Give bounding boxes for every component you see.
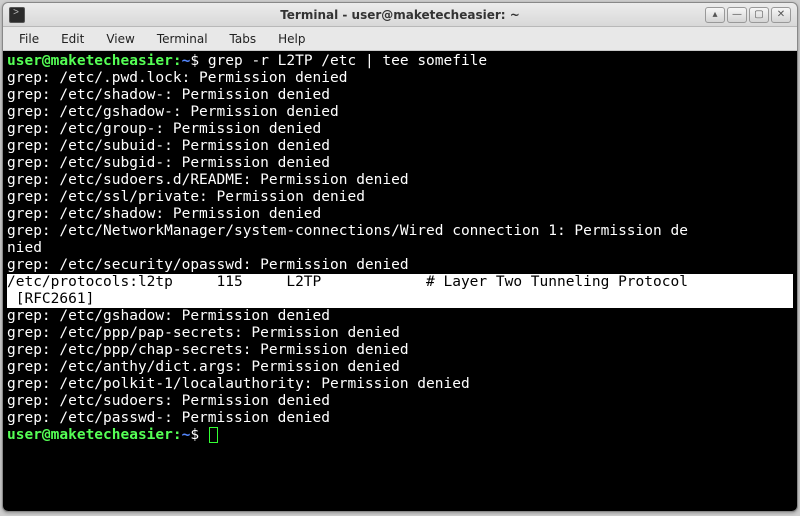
- output-line: grep: /etc/shadow-: Permission denied: [7, 87, 793, 104]
- output-line: grep: /etc/sudoers.d/README: Permission …: [7, 172, 793, 189]
- output-match-line: /etc/protocols:l2tp 115 L2TP # Layer Two…: [7, 274, 793, 291]
- minimize-button[interactable]: —: [727, 7, 747, 23]
- output-line: grep: /etc/ssl/private: Permission denie…: [7, 189, 793, 206]
- output-line: grep: /etc/sudoers: Permission denied: [7, 393, 793, 410]
- close-button[interactable]: ✕: [771, 7, 791, 23]
- output-line: grep: /etc/passwd-: Permission denied: [7, 410, 793, 427]
- command-text: grep -r L2TP /etc | tee somefile: [208, 53, 487, 69]
- output-line: grep: /etc/gshadow-: Permission denied: [7, 104, 793, 121]
- output-line: grep: /etc/gshadow: Permission denied: [7, 308, 793, 325]
- window-controls: ▴ — ▢ ✕: [705, 7, 791, 23]
- prompt: user@maketecheasier:~$: [7, 427, 208, 443]
- rollup-button[interactable]: ▴: [705, 7, 725, 23]
- window-title: Terminal - user@maketecheasier: ~: [3, 8, 797, 22]
- maximize-button[interactable]: ▢: [749, 7, 769, 23]
- output-line: grep: /etc/anthy/dict.args: Permission d…: [7, 359, 793, 376]
- menu-file[interactable]: File: [9, 29, 49, 49]
- output-line: grep: /etc/.pwd.lock: Permission denied: [7, 70, 793, 87]
- menubar: File Edit View Terminal Tabs Help: [3, 27, 797, 51]
- terminal-area[interactable]: user@maketecheasier:~$ grep -r L2TP /etc…: [3, 51, 797, 511]
- output-line: grep: /etc/subgid-: Permission denied: [7, 155, 793, 172]
- menu-tabs[interactable]: Tabs: [220, 29, 267, 49]
- output-match-line: [RFC2661]: [7, 291, 793, 308]
- terminal-window: Terminal - user@maketecheasier: ~ ▴ — ▢ …: [2, 2, 798, 512]
- menu-terminal[interactable]: Terminal: [147, 29, 218, 49]
- cursor: [209, 427, 218, 443]
- menu-help[interactable]: Help: [268, 29, 315, 49]
- titlebar[interactable]: Terminal - user@maketecheasier: ~ ▴ — ▢ …: [3, 3, 797, 27]
- output-line: grep: /etc/group-: Permission denied: [7, 121, 793, 138]
- output-line: grep: /etc/shadow: Permission denied: [7, 206, 793, 223]
- output-line: nied: [7, 240, 793, 257]
- output-line: grep: /etc/NetworkManager/system-connect…: [7, 223, 793, 240]
- output-line: grep: /etc/ppp/pap-secrets: Permission d…: [7, 325, 793, 342]
- menu-edit[interactable]: Edit: [51, 29, 94, 49]
- terminal-icon: [9, 7, 25, 23]
- output-line: grep: /etc/subuid-: Permission denied: [7, 138, 793, 155]
- command-line: user@maketecheasier:~$ grep -r L2TP /etc…: [7, 53, 793, 70]
- prompt-line: user@maketecheasier:~$: [7, 427, 793, 444]
- output-line: grep: /etc/polkit-1/localauthority: Perm…: [7, 376, 793, 393]
- menu-view[interactable]: View: [96, 29, 144, 49]
- output-line: grep: /etc/ppp/chap-secrets: Permission …: [7, 342, 793, 359]
- prompt: user@maketecheasier:~$: [7, 53, 208, 69]
- output-line: grep: /etc/security/opasswd: Permission …: [7, 257, 793, 274]
